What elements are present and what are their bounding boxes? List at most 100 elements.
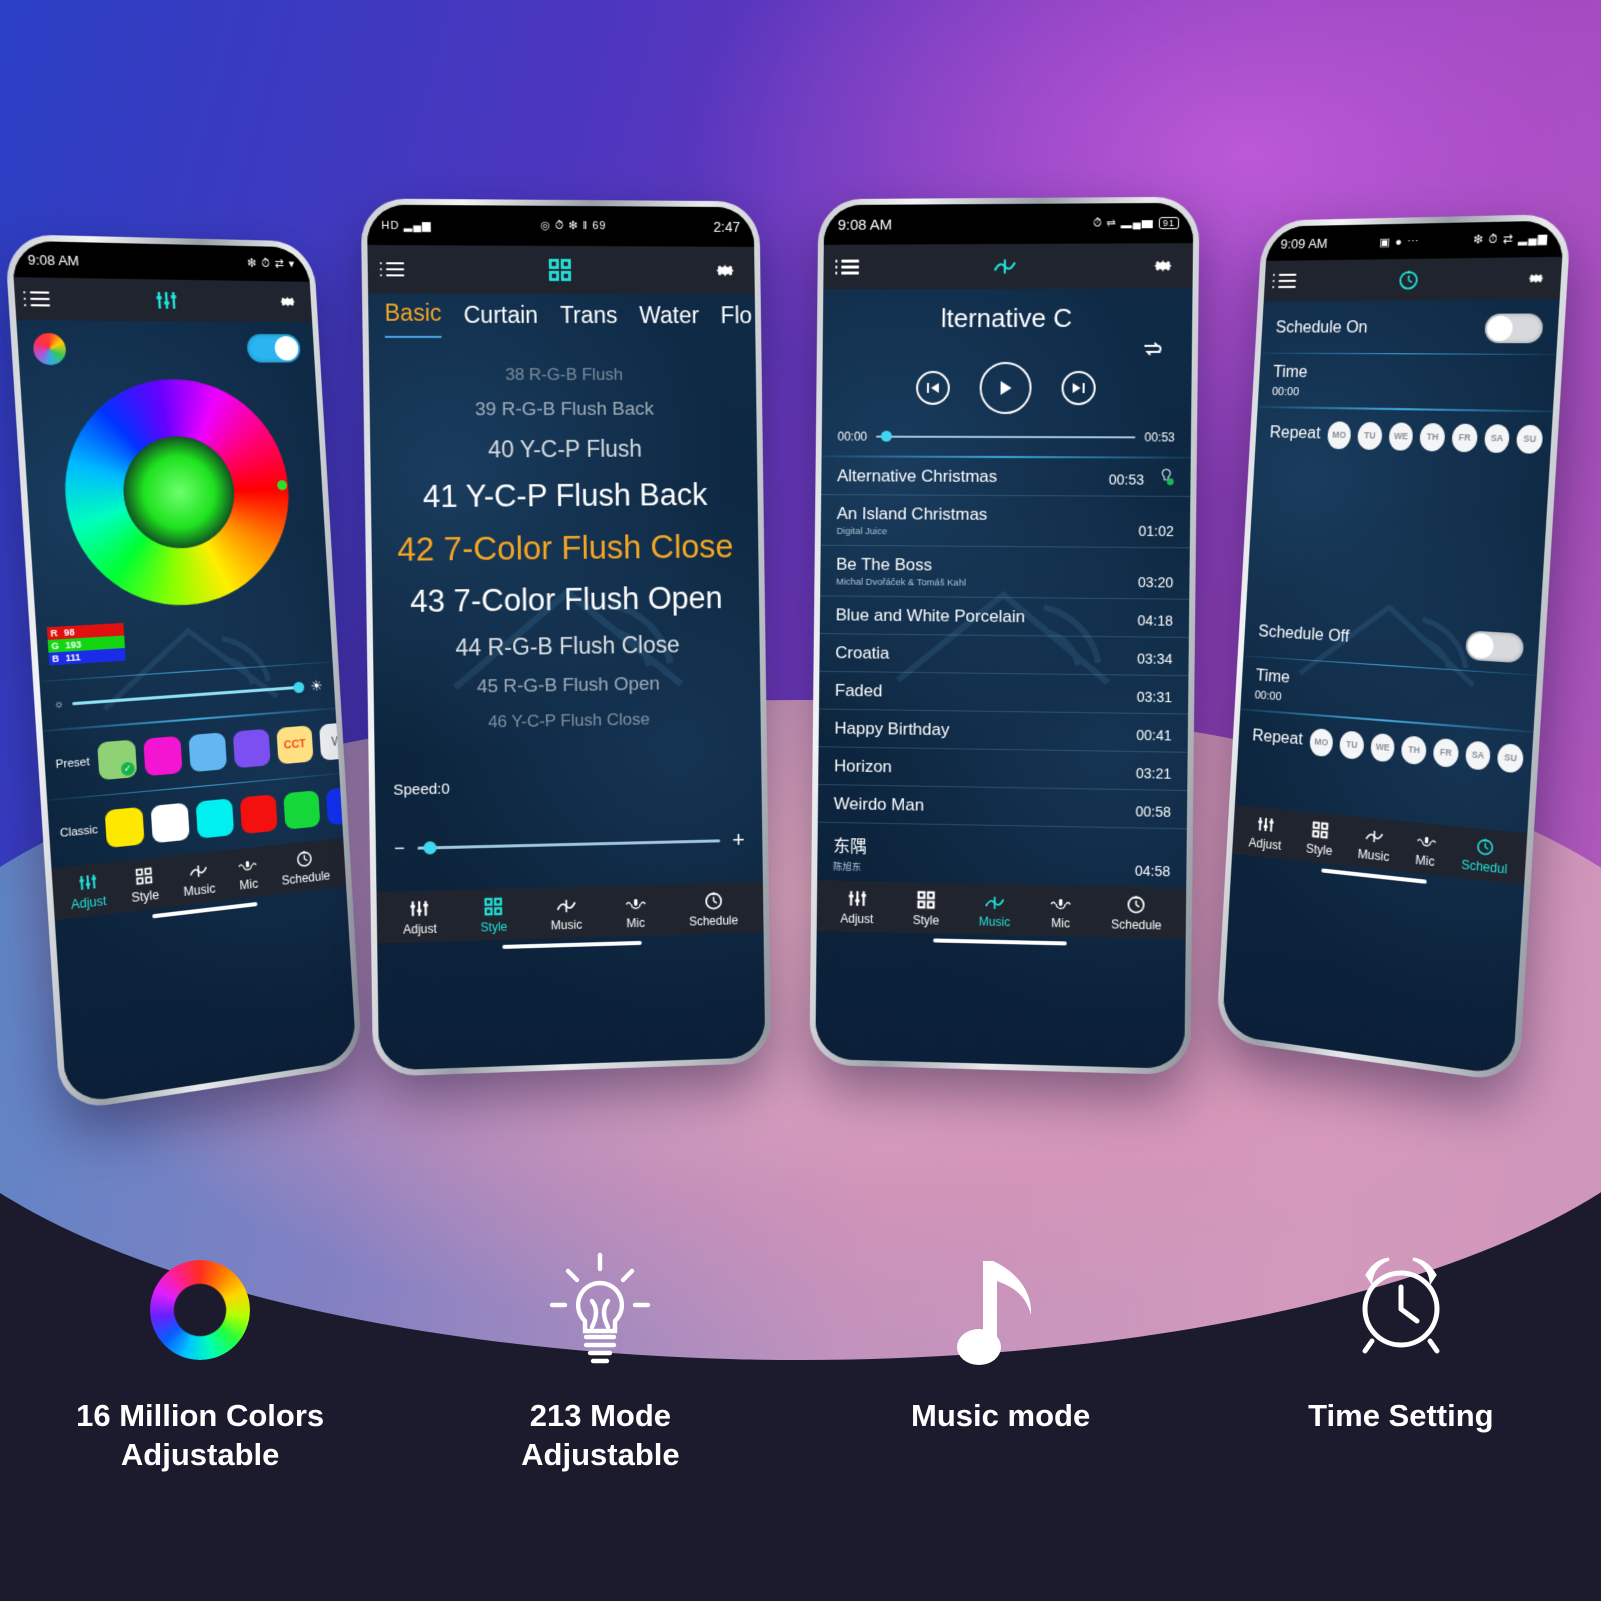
nav-schedule[interactable]: Schedule <box>280 848 331 888</box>
speed-slider-thumb[interactable] <box>422 840 437 855</box>
tab-trans[interactable]: Trans <box>560 302 618 338</box>
gear-icon[interactable] <box>713 259 737 283</box>
phone1-statusbar: 9:08 AM ❇ ⏱ ⇄ ▾ <box>11 240 310 282</box>
nav-schedule[interactable]: Schedul <box>1461 835 1509 877</box>
gear-icon[interactable] <box>1526 268 1547 287</box>
nav-style[interactable]: Style <box>1306 820 1335 858</box>
song-row[interactable]: Alternative Christmas 00:53 <box>821 456 1191 497</box>
preset-swatch[interactable]: ✓ <box>96 739 138 781</box>
list-icon[interactable] <box>1278 270 1297 292</box>
nav-style[interactable]: Style <box>480 897 508 935</box>
song-row[interactable]: Horizon 03:21 <box>818 746 1188 791</box>
phone2-app: Basic Curtain Trans Water Flo › 38 R-G-B… <box>367 244 766 1071</box>
tab-water[interactable]: Water <box>639 302 699 338</box>
tab-flow[interactable]: Flo <box>720 302 752 338</box>
gear-icon[interactable] <box>277 291 298 311</box>
phone-mockup-schedule: 9:09 AM ▣ ● ⋯ ❇ ⏱ ⇄ ▂▄▆ Schedule On Time… <box>1215 213 1572 1084</box>
day-chip-th[interactable]: TH <box>1419 422 1446 452</box>
previous-button[interactable] <box>915 370 950 405</box>
day-chip-th[interactable]: TH <box>1401 735 1428 766</box>
speed-minus-button[interactable]: − <box>394 837 405 858</box>
check-icon: ✓ <box>120 761 135 776</box>
nav-music[interactable]: Music <box>182 862 216 900</box>
song-row[interactable]: Weirdo Man 00:58 <box>817 784 1188 829</box>
nav-style[interactable]: Style <box>130 866 160 906</box>
schedule-off-toggle[interactable] <box>1465 630 1525 664</box>
repeat-icon[interactable] <box>1141 340 1163 358</box>
tab-curtain[interactable]: Curtain <box>463 302 538 338</box>
tab-basic[interactable]: Basic <box>384 299 442 338</box>
day-chip-su[interactable]: SU <box>1497 742 1524 774</box>
phone4-bottom-nav: Adjust Style Music Mic Schedul <box>1232 804 1528 885</box>
nav-mic[interactable]: Mic <box>238 857 259 893</box>
sliders-icon <box>409 899 429 919</box>
schedule-on-time-row[interactable]: Time 00:00 <box>1258 354 1557 411</box>
nav-music[interactable]: Music <box>979 894 1011 929</box>
list-icon[interactable] <box>385 258 405 280</box>
nav-adjust[interactable]: Adjust <box>1248 814 1282 853</box>
nav-adjust[interactable]: Adjust <box>403 899 437 937</box>
day-chip-sa[interactable]: SA <box>1464 740 1492 771</box>
song-row[interactable]: 东隅 陈旭东 04:58 <box>817 822 1187 887</box>
list-icon[interactable] <box>29 287 51 310</box>
gear-icon[interactable] <box>1151 254 1174 277</box>
schedule-on-toggle[interactable] <box>1484 312 1544 343</box>
day-chip-mo[interactable]: MO <box>1308 727 1334 758</box>
mode-item[interactable]: 39 R-G-B Flush Back <box>370 398 757 421</box>
lightbulb-icon <box>550 1252 651 1364</box>
song-duration: 01:02 <box>1138 522 1174 539</box>
day-chip-mo[interactable]: MO <box>1326 420 1352 450</box>
classic-swatch[interactable] <box>105 807 146 849</box>
home-indicator <box>933 938 1067 946</box>
progress-row[interactable]: 00:00 00:53 <box>822 414 1192 457</box>
day-chip-sa[interactable]: SA <box>1483 423 1511 453</box>
day-chip-su[interactable]: SU <box>1516 424 1544 454</box>
progress-slider-thumb[interactable] <box>881 430 893 442</box>
day-chip-fr[interactable]: FR <box>1432 737 1459 768</box>
day-chip-tu[interactable]: TU <box>1339 730 1365 760</box>
speed-slider[interactable] <box>416 838 721 855</box>
play-button[interactable] <box>979 361 1032 415</box>
next-button[interactable] <box>1061 371 1096 406</box>
list-icon[interactable] <box>841 256 860 277</box>
day-chip-we[interactable]: WE <box>1369 732 1396 763</box>
nav-schedule[interactable]: Schedule <box>1111 894 1162 932</box>
nav-mic[interactable]: Mic <box>625 896 646 930</box>
nav-music[interactable]: Music <box>551 898 582 933</box>
mode-item[interactable]: 40 Y-C-P Flush <box>370 435 757 464</box>
mode-item[interactable]: 38 R-G-B Flush <box>369 365 756 386</box>
speed-slider-row[interactable]: − + <box>394 827 745 861</box>
schedule-off-repeat-label: Repeat <box>1251 727 1304 749</box>
feature-label: Time Setting <box>1308 1398 1494 1433</box>
color-wheel-picker[interactable] <box>58 378 295 611</box>
nav-adjust[interactable]: Adjust <box>69 872 107 912</box>
nav-style[interactable]: Style <box>913 890 940 927</box>
classic-swatch[interactable] <box>151 802 191 844</box>
song-duration: 00:53 <box>1108 471 1145 488</box>
high-brightness-icon: ☀ <box>309 677 323 695</box>
song-row[interactable]: An Island Christmas Digital Juice 01:02 <box>820 494 1191 548</box>
nav-schedule[interactable]: Schedule <box>689 891 738 929</box>
nav-mic[interactable]: Mic <box>1050 896 1071 931</box>
feature-colors: 16 Million Colors Adjustable <box>0 1245 400 1475</box>
feature-time: Time Setting <box>1201 1245 1601 1436</box>
brightness-slider-thumb[interactable] <box>293 681 305 694</box>
classic-swatch[interactable] <box>240 794 279 835</box>
color-wheel-handle[interactable] <box>276 479 288 490</box>
classic-swatch[interactable] <box>196 798 235 840</box>
mode-item[interactable]: 41 Y-C-P Flush Back <box>371 477 758 516</box>
color-wheel-button[interactable] <box>32 332 67 365</box>
day-chip-tu[interactable]: TU <box>1357 421 1383 450</box>
classic-swatch[interactable] <box>283 790 321 831</box>
grid-icon <box>1311 820 1329 839</box>
speed-plus-button[interactable]: + <box>732 827 745 853</box>
nav-mic[interactable]: Mic <box>1415 833 1437 869</box>
day-chip-fr[interactable]: FR <box>1451 423 1478 453</box>
day-chip-we[interactable]: WE <box>1388 422 1415 451</box>
nav-music[interactable]: Music <box>1357 827 1391 864</box>
nav-adjust[interactable]: Adjust <box>840 888 873 926</box>
grid-icon <box>917 890 936 909</box>
power-toggle[interactable] <box>246 333 302 363</box>
progress-slider[interactable] <box>876 430 1136 442</box>
wave-icon <box>993 259 1015 274</box>
